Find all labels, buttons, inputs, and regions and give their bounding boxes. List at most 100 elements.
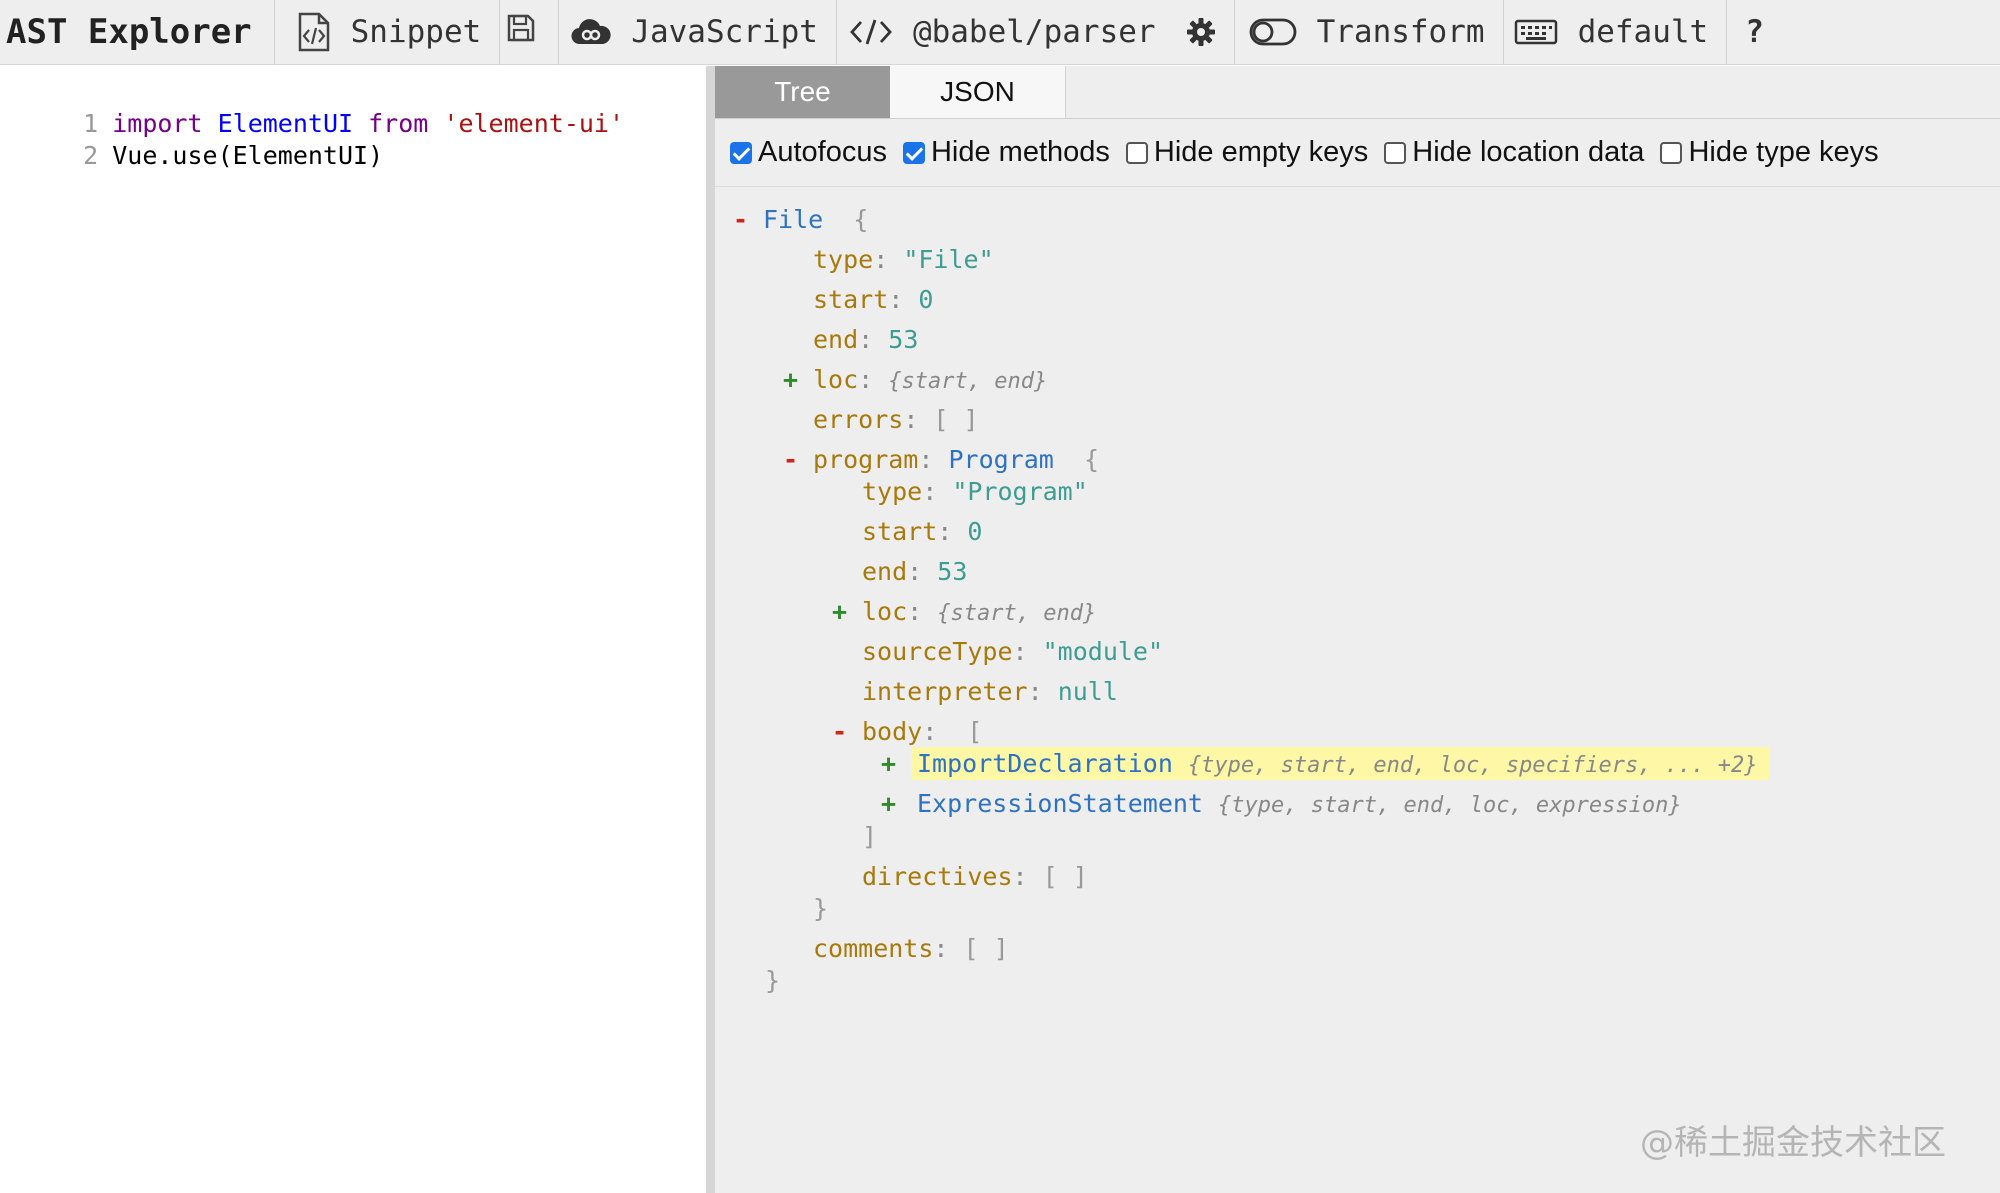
code-token: 'element-ui' — [443, 109, 625, 138]
prop-summary: {start, end} — [937, 601, 1097, 626]
prop-key: start — [862, 517, 938, 546]
node-type[interactable]: ImportDeclaration — [917, 749, 1173, 778]
option-label: Hide empty keys — [1153, 136, 1369, 168]
tree-node-expression-statement: + ExpressionStatement {type, start, end, … — [881, 786, 1682, 822]
keymap-label: default — [1577, 14, 1709, 50]
transform-toggle[interactable]: Transform — [1235, 0, 1504, 65]
checkbox[interactable] — [1384, 141, 1407, 164]
highlighted-node: ImportDeclaration {type, start, end, loc… — [911, 747, 1770, 780]
brace: { — [1083, 445, 1099, 474]
transform-label: Transform — [1316, 14, 1485, 50]
brace: } — [813, 894, 829, 923]
expand-toggle[interactable]: + — [832, 594, 862, 630]
prop-value: null — [1057, 677, 1118, 706]
node-type[interactable]: Program — [948, 445, 1053, 474]
checkbox[interactable] — [1660, 141, 1683, 164]
prop-key: errors — [813, 405, 904, 434]
expand-toggle[interactable]: + — [881, 746, 911, 782]
prop-value: 0 — [967, 517, 983, 546]
option-hide-methods[interactable]: Hide methods — [902, 136, 1110, 169]
tab-json[interactable]: JSON — [890, 66, 1066, 118]
node-summary: {type, start, end, loc, expression} — [1218, 793, 1682, 818]
toolbar: AST Explorer Snippet JavaScript @babel/p… — [0, 0, 2000, 65]
pane-splitter[interactable] — [706, 66, 715, 1193]
snippet-menu[interactable]: Snippet — [275, 0, 501, 65]
prop-key[interactable]: body — [862, 717, 922, 746]
checkbox[interactable] — [902, 141, 925, 164]
option-label: Autofocus — [758, 136, 887, 168]
code-file-icon — [297, 12, 331, 52]
tree-node-file: - File { — [733, 202, 868, 238]
node-summary: {type, start, end, loc, specifiers, ... … — [1187, 753, 1758, 778]
prop-key[interactable]: loc — [813, 365, 858, 394]
code-token: Vue.use(ElementUI) — [112, 141, 384, 170]
tab-tree[interactable]: Tree — [715, 66, 890, 118]
brace: { — [853, 205, 869, 234]
prop-key: end — [862, 557, 908, 586]
prop-key: type — [862, 477, 923, 506]
node-type[interactable]: ExpressionStatement — [917, 789, 1203, 818]
tree-node-body: - body: [ — [832, 714, 982, 750]
collapse-toggle[interactable]: - — [783, 442, 813, 478]
prop-value: [ ] — [1042, 862, 1088, 891]
prop-key: directives — [862, 862, 1013, 891]
option-label: Hide location data — [1412, 136, 1645, 168]
option-label: Hide type keys — [1688, 136, 1879, 168]
tree-prop: directives: [ ] — [862, 862, 1088, 891]
code-line: 2 Vue.use(ElementUI) — [0, 108, 383, 170]
tree-prop: start: 0 — [813, 285, 934, 314]
prop-value: 53 — [937, 557, 968, 586]
tree-prop: type: "Program" — [862, 477, 1088, 506]
help-button[interactable]: ? — [1727, 0, 1782, 65]
brace: [ — [967, 717, 983, 746]
tree-prop: end: 53 — [813, 325, 919, 354]
line-number: 2 — [83, 141, 99, 170]
brace: } — [765, 966, 781, 995]
language-menu[interactable]: JavaScript — [559, 0, 837, 65]
prop-key[interactable]: loc — [862, 597, 907, 626]
snippet-label: Snippet — [350, 14, 482, 50]
parser-label: @babel/parser — [912, 14, 1156, 50]
tree-prop: + loc: {start, end} — [783, 362, 1047, 398]
option-autofocus[interactable]: Autofocus — [730, 136, 887, 169]
code-editor[interactable]: 1 import ElementUI from 'element-ui' 2 Vue… — [0, 66, 706, 1193]
prop-summary: {start, end} — [888, 369, 1048, 394]
view-tabs: Tree JSON — [715, 66, 2000, 119]
tree-options: Autofocus Hide methods Hide empty keys H… — [715, 119, 2000, 187]
brace: ] — [862, 822, 878, 851]
tree-node-program: - program: Program { — [783, 442, 1099, 478]
prop-value: [ ] — [933, 405, 979, 434]
option-label: Hide methods — [930, 136, 1110, 168]
language-label: JavaScript — [631, 14, 818, 50]
expand-toggle[interactable]: + — [881, 786, 911, 822]
prop-value: 53 — [888, 325, 919, 354]
ast-tree: - File { type: "File" start: 0 end: 53 + l… — [715, 187, 2000, 1193]
checkbox[interactable] — [1125, 141, 1148, 164]
prop-key: comments — [813, 934, 934, 963]
prop-value: 0 — [918, 285, 934, 314]
gear-icon[interactable] — [1186, 17, 1216, 47]
keyboard-icon — [1514, 17, 1558, 47]
tree-prop: interpreter: null — [862, 677, 1118, 706]
expand-toggle[interactable]: + — [783, 362, 813, 398]
prop-key[interactable]: program — [813, 445, 918, 474]
node-type[interactable]: File — [763, 205, 823, 234]
option-hide-location-data[interactable]: Hide location data — [1384, 136, 1644, 169]
collapse-toggle[interactable]: - — [733, 202, 763, 238]
option-hide-type-keys[interactable]: Hide type keys — [1660, 136, 1879, 169]
prop-value: [ ] — [963, 934, 1009, 963]
save-button[interactable] — [500, 0, 560, 65]
tree-node-import-declaration: + ImportDeclaration {type, start, end, lo… — [881, 746, 1770, 782]
keymap-menu[interactable]: default — [1504, 0, 1728, 65]
output-panel: Tree JSON Autofocus Hide methods Hide em… — [715, 66, 2000, 1193]
prop-value: "Program" — [952, 477, 1088, 506]
code-line: 1 import ElementUI from 'element-ui' — [0, 76, 624, 138]
collapse-toggle[interactable]: - — [832, 714, 862, 750]
parser-menu[interactable]: @babel/parser — [837, 0, 1235, 65]
checkbox[interactable] — [730, 141, 752, 164]
prop-key: end — [813, 325, 859, 354]
tree-prop: comments: [ ] — [813, 934, 1009, 963]
option-hide-empty-keys[interactable]: Hide empty keys — [1125, 136, 1369, 169]
prop-key: interpreter — [862, 677, 1028, 706]
prop-key: sourceType — [862, 637, 1013, 666]
